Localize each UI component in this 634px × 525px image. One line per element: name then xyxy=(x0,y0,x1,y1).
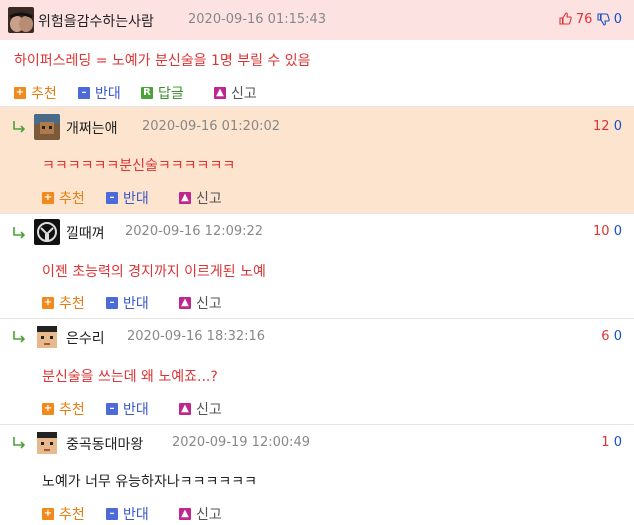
vote-counter: 76 0 xyxy=(559,12,622,27)
vote-counter: 10 0 xyxy=(593,224,622,239)
avatar[interactable] xyxy=(34,324,60,350)
report-label: 신고 xyxy=(231,86,257,102)
comment-date: 2020-09-16 01:15:43 xyxy=(188,12,327,27)
thumbs-down-icon[interactable] xyxy=(597,13,610,26)
comment-date: 2020-09-16 18:32:16 xyxy=(127,329,266,344)
oppose-label: 반대 xyxy=(123,296,149,312)
minus-icon: – xyxy=(106,192,118,204)
downvote-count[interactable]: 0 xyxy=(614,119,622,134)
recommend-label: 추천 xyxy=(59,507,85,523)
recommend-button[interactable]: + 추천 xyxy=(42,399,85,419)
upvote-count[interactable]: 12 xyxy=(593,119,610,134)
reply-button[interactable]: R 답글 xyxy=(141,83,184,103)
oppose-button[interactable]: – 반대 xyxy=(106,293,149,313)
recommend-button[interactable]: + 추천 xyxy=(14,83,57,103)
avatar[interactable] xyxy=(34,219,60,245)
upvote-count[interactable]: 10 xyxy=(593,224,610,239)
main-comment-body: 하이퍼스레딩 = 노예가 분신술을 1명 부릴 수 있음 + 추천 – 반대 R… xyxy=(0,40,634,106)
recommend-label: 추천 xyxy=(59,191,85,207)
author-name[interactable]: 개쩌는애 xyxy=(66,118,118,138)
siren-icon: ▲ xyxy=(179,297,191,309)
oppose-label: 반대 xyxy=(123,191,149,207)
upvote-count[interactable]: 1 xyxy=(601,435,609,450)
report-button[interactable]: ▲ 신고 xyxy=(214,83,257,103)
report-button[interactable]: ▲ 신고 xyxy=(179,504,222,524)
minus-icon: – xyxy=(78,87,90,99)
oppose-label: 반대 xyxy=(95,86,121,102)
recommend-button[interactable]: + 추천 xyxy=(42,188,85,208)
siren-icon: ▲ xyxy=(214,87,226,99)
downvote-count: 0 xyxy=(613,12,622,27)
oppose-label: 반대 xyxy=(123,402,149,418)
downvote-count[interactable]: 0 xyxy=(614,329,622,344)
reply-arrow-icon xyxy=(13,227,26,239)
report-label: 신고 xyxy=(196,402,222,418)
recommend-button[interactable]: + 추천 xyxy=(42,293,85,313)
siren-icon: ▲ xyxy=(179,403,191,415)
plus-icon: + xyxy=(42,192,54,204)
reply-item: 중곡동대마왕 2020-09-19 12:00:49 1 0 노예가 너무 유능… xyxy=(0,424,634,525)
recommend-label: 추천 xyxy=(59,402,85,418)
avatar[interactable] xyxy=(34,114,60,140)
oppose-button[interactable]: – 반대 xyxy=(78,83,121,103)
reply-arrow-icon xyxy=(13,331,26,343)
comment-section: 위험을감수하는사람 2020-09-16 01:15:43 76 0 하이퍼스레… xyxy=(0,0,634,525)
plus-icon: + xyxy=(42,508,54,520)
upvote-count[interactable]: 6 xyxy=(601,329,609,344)
vote-counter: 1 0 xyxy=(601,435,622,450)
report-button[interactable]: ▲ 신고 xyxy=(179,399,222,419)
comment-content: ㅋㅋㅋㅋㅋㅋ분신술ㅋㅋㅋㅋㅋㅋ xyxy=(42,158,236,174)
reply-item: 낄때껴 2020-09-16 12:09:22 10 0 이젠 초능력의 경지까… xyxy=(0,213,634,318)
upvote-count: 76 xyxy=(575,12,593,27)
main-comment-header: 위험을감수하는사람 2020-09-16 01:15:43 76 0 xyxy=(0,0,634,40)
reply-arrow-icon xyxy=(13,121,26,133)
oppose-button[interactable]: – 반대 xyxy=(106,399,149,419)
comment-date: 2020-09-16 01:20:02 xyxy=(142,119,281,134)
vote-counter: 6 0 xyxy=(601,329,622,344)
reply-item: 개쩌는애 2020-09-16 01:20:02 12 0 ㅋㅋㅋㅋㅋㅋ분신술ㅋ… xyxy=(0,106,634,213)
report-button[interactable]: ▲ 신고 xyxy=(179,188,222,208)
comment-content: 분신술을 쓰는데 왜 노예죠...? xyxy=(42,369,218,385)
report-button[interactable]: ▲ 신고 xyxy=(179,293,222,313)
comment-content: 이젠 초능력의 경지까지 이르게된 노예 xyxy=(42,264,266,280)
comment-date: 2020-09-16 12:09:22 xyxy=(125,224,264,239)
report-label: 신고 xyxy=(196,507,222,523)
comment-content: 하이퍼스레딩 = 노예가 분신술을 1명 부릴 수 있음 xyxy=(14,53,311,69)
author-name[interactable]: 은수리 xyxy=(66,328,105,348)
siren-icon: ▲ xyxy=(179,192,191,204)
report-label: 신고 xyxy=(196,296,222,312)
recommend-button[interactable]: + 추천 xyxy=(42,504,85,524)
reply-label: 답글 xyxy=(158,86,184,102)
downvote-count[interactable]: 0 xyxy=(614,224,622,239)
plus-icon: + xyxy=(42,403,54,415)
plus-icon: + xyxy=(42,297,54,309)
author-name[interactable]: 낄때껴 xyxy=(66,223,105,243)
reply-badge-icon: R xyxy=(141,87,153,99)
vote-counter: 12 0 xyxy=(593,119,622,134)
reply-item: 은수리 2020-09-16 18:32:16 6 0 분신술을 쓰는데 왜 노… xyxy=(0,318,634,424)
recommend-label: 추천 xyxy=(59,296,85,312)
author-name[interactable]: 위험을감수하는사람 xyxy=(38,11,154,31)
plus-icon: + xyxy=(14,87,26,99)
oppose-label: 반대 xyxy=(123,507,149,523)
author-name[interactable]: 중곡동대마왕 xyxy=(66,434,143,454)
oppose-button[interactable]: – 반대 xyxy=(106,188,149,208)
oppose-button[interactable]: – 반대 xyxy=(106,504,149,524)
minus-icon: – xyxy=(106,508,118,520)
avatar[interactable] xyxy=(8,7,34,33)
comment-date: 2020-09-19 12:00:49 xyxy=(172,435,311,450)
siren-icon: ▲ xyxy=(179,508,191,520)
thumbs-up-icon[interactable] xyxy=(559,12,572,25)
avatar[interactable] xyxy=(34,430,60,456)
downvote-count[interactable]: 0 xyxy=(614,435,622,450)
report-label: 신고 xyxy=(196,191,222,207)
comment-content: 노예가 너무 유능하자나ㅋㅋㅋㅋㅋㅋ xyxy=(42,474,257,490)
minus-icon: – xyxy=(106,403,118,415)
reply-arrow-icon xyxy=(13,437,26,449)
minus-icon: – xyxy=(106,297,118,309)
recommend-label: 추천 xyxy=(31,86,57,102)
